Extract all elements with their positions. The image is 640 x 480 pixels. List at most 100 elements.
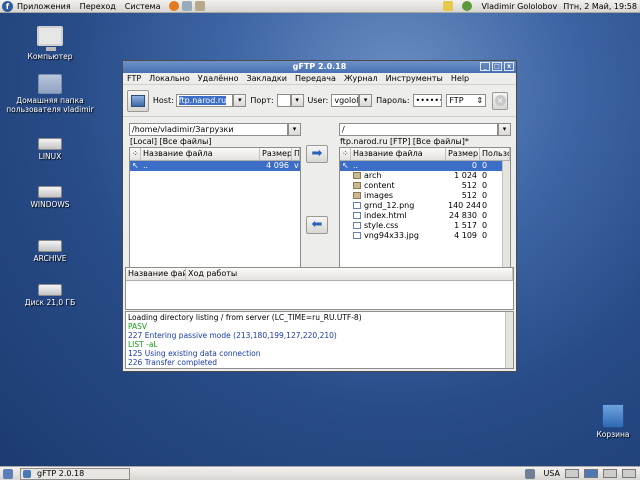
drive-icon [38, 240, 62, 252]
desktop-icon-trash[interactable]: Корзина [568, 404, 640, 439]
drive-icon [38, 284, 62, 296]
spin-icon: ⇕ [476, 96, 484, 105]
password-input[interactable]: •••••• [412, 94, 443, 107]
notes-icon[interactable] [195, 1, 206, 11]
drive-icon [38, 186, 62, 198]
taskbar-item-gftp[interactable]: gFTP 2.0.18 [20, 467, 130, 480]
maximize-icon[interactable]: □ [492, 62, 502, 71]
notepad-icon[interactable] [443, 1, 454, 11]
arrow-left-icon: ⬅ [311, 217, 323, 232]
desktop-icon-windows[interactable]: WINDOWS [5, 186, 95, 209]
list-item[interactable]: images 512 0 [340, 191, 510, 201]
list-item[interactable]: index.html 24 830 0 [340, 211, 510, 221]
port-dropdown-icon[interactable]: ▾ [290, 94, 304, 107]
list-item[interactable]: vng94x33.jpg 4 109 0 [340, 231, 510, 241]
remote-path-dropdown-icon[interactable]: ▾ [498, 123, 511, 136]
user-name[interactable]: Vladimir Gololobov [481, 2, 557, 11]
menu-applications[interactable]: Приложения [17, 2, 71, 11]
computer-icon [37, 26, 63, 51]
log-line: Loading directory listing / from server … [128, 313, 362, 322]
menu-ftp[interactable]: FTP [127, 74, 141, 83]
desktop-icon-archive[interactable]: ARCHIVE [5, 240, 95, 263]
up-arrow-icon: ↖ [132, 161, 139, 170]
menu-local[interactable]: Локально [149, 74, 190, 83]
minimize-icon[interactable]: _ [480, 62, 490, 71]
upload-button[interactable]: ➡ [306, 145, 328, 163]
local-path-dropdown-icon[interactable]: ▾ [288, 123, 301, 136]
clock[interactable]: Птн, 2 Май, 19:58 [563, 2, 637, 11]
workspace-1[interactable] [565, 469, 579, 478]
remote-col-user[interactable]: Пользов [480, 148, 510, 160]
computers-icon [130, 94, 145, 107]
mail-icon[interactable] [182, 1, 193, 11]
local-col-name[interactable]: Название файла [141, 148, 260, 160]
menu-places[interactable]: Переход [80, 2, 116, 11]
desktop-icon-linux[interactable]: LINUX [5, 138, 95, 161]
port-label: Порт: [250, 96, 274, 105]
stop-icon: × [494, 95, 506, 106]
firefox-icon[interactable] [169, 1, 180, 11]
menu-tools[interactable]: Инструменты [386, 74, 443, 83]
fedora-logo-icon[interactable]: f [2, 0, 13, 12]
host-dropdown-icon[interactable]: ▾ [233, 94, 247, 107]
up-arrow-icon: ↖ [342, 161, 349, 170]
local-col-size[interactable]: Размер [260, 148, 292, 160]
menu-log[interactable]: Журнал [344, 74, 378, 83]
menu-system[interactable]: Система [125, 2, 161, 11]
document-icon [353, 222, 361, 229]
select-column-header[interactable]: ⁘ [130, 148, 141, 160]
menu-help[interactable]: Help [451, 74, 469, 83]
list-item[interactable]: arch 1 024 0 [340, 171, 510, 181]
list-item[interactable]: content 512 0 [340, 181, 510, 191]
remote-col-name[interactable]: Название файла [351, 148, 446, 160]
workspace-2[interactable] [584, 469, 598, 478]
download-button[interactable]: ⬅ [306, 216, 328, 234]
remote-status: ftp.narod.ru [FTP] [Все файлы]* [340, 137, 469, 146]
show-desktop-icon[interactable] [3, 469, 13, 479]
close-icon[interactable]: x [504, 62, 514, 71]
transfer-list[interactable]: Название файл Ход работы [125, 267, 514, 310]
port-input[interactable] [276, 94, 291, 107]
user-dropdown-icon[interactable]: ▾ [359, 94, 373, 107]
menu-bookmarks[interactable]: Закладки [246, 74, 286, 83]
desktop-icon-computer[interactable]: Компьютер [5, 26, 95, 61]
local-col-extra[interactable]: П [292, 148, 300, 160]
host-label: Host: [152, 96, 174, 105]
list-item[interactable]: ↖ .. 4 096 v [130, 161, 300, 171]
protocol-select[interactable]: FTP ⇕ [446, 94, 487, 107]
user-icon [462, 1, 473, 11]
menu-remote[interactable]: Удалённо [198, 74, 239, 83]
local-path-input[interactable]: /home/vladimir/Загрузки [129, 123, 288, 136]
workspace-4[interactable] [622, 469, 636, 478]
remote-col-size[interactable]: Размер [446, 148, 480, 160]
connect-button[interactable] [127, 89, 149, 112]
window-titlebar[interactable]: gFTP 2.0.18 _ □ x [123, 61, 516, 73]
desktop-icon-disk[interactable]: Диск 21,0 ГБ [5, 284, 95, 307]
workspace-3[interactable] [603, 469, 617, 478]
remote-path-input[interactable]: / [339, 123, 498, 136]
window-title: gFTP 2.0.18 [292, 62, 347, 71]
keyboard-layout[interactable]: USA [543, 469, 560, 478]
menu-transfer[interactable]: Передача [295, 74, 336, 83]
list-item[interactable]: ↖.. 0 0 [340, 161, 510, 171]
desktop-icon-home[interactable]: Домашняя папка пользователя vladimir [5, 74, 95, 114]
log-view[interactable]: Loading directory listing / from server … [125, 311, 514, 369]
image-icon [353, 202, 361, 209]
document-icon [353, 212, 361, 219]
folder-icon [353, 172, 361, 179]
log-scrollbar[interactable] [505, 312, 513, 368]
user-input[interactable]: vgolol [331, 94, 360, 107]
list-item[interactable]: style.css 1 517 0 [340, 221, 510, 231]
host-input[interactable]: ftp.narod.ru [175, 94, 234, 107]
log-line: LIST -aL [128, 340, 158, 349]
list-item[interactable]: grnd_12.png 140 244 0 [340, 201, 510, 211]
transfer-col-progress[interactable]: Ход работы [186, 268, 513, 280]
folder-icon [353, 182, 361, 189]
stop-button[interactable]: × [492, 91, 508, 110]
network-icon[interactable] [525, 468, 536, 479]
connection-toolbar: Host: ftp.narod.ru ▾ Порт: ▾ User: vgolo… [123, 85, 516, 117]
user-label: User: [307, 96, 329, 105]
transfer-col-name[interactable]: Название файл [126, 268, 186, 280]
log-line: 226 Transfer completed [128, 358, 218, 367]
select-column-header[interactable]: ⁘ [340, 148, 351, 160]
